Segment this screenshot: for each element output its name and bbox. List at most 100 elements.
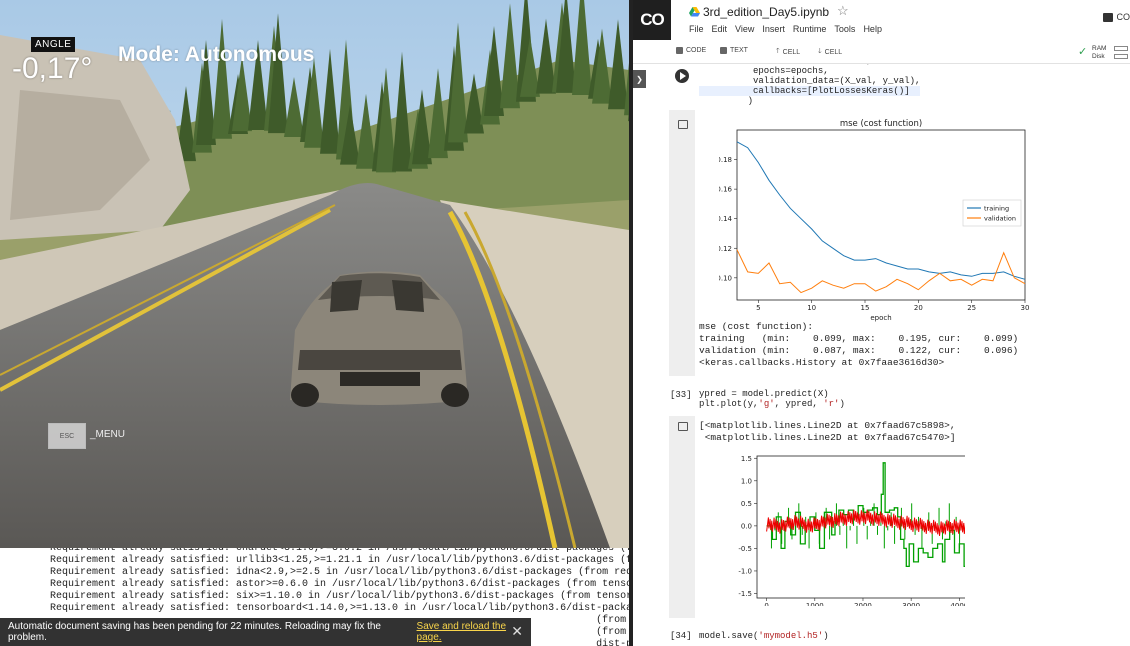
colab-toolbar: CODE TEXT 🡑 CELL 🡓 CELL ✓ RAM Disk bbox=[633, 42, 1130, 64]
add-code-button[interactable]: CODE bbox=[676, 47, 706, 54]
output-line: [<matplotlib.lines.Line2D at 0x7faad67c5… bbox=[699, 420, 956, 431]
code-line: validation_data=(X_val, y_val), bbox=[699, 76, 921, 86]
esc-key-button[interactable]: ESC bbox=[48, 423, 86, 449]
menu-bar: File Edit View Insert Runtime Tools Help bbox=[689, 24, 882, 34]
add-text-button[interactable]: TEXT bbox=[720, 47, 748, 54]
code-line: ypred = model.predict(X) bbox=[699, 389, 829, 399]
x-tick-label: 20 bbox=[914, 304, 923, 312]
menu-view[interactable]: View bbox=[735, 24, 754, 34]
code-line: epochs=epochs, bbox=[699, 66, 829, 76]
terminal-line: Requirement already satisfied: idna<2.9,… bbox=[50, 567, 630, 578]
cell-output-prediction: [<matplotlib.lines.Line2D at 0x7faad67c5… bbox=[669, 416, 1130, 618]
prediction-output-text: [<matplotlib.lines.Line2D at 0x7faad67c5… bbox=[699, 420, 956, 444]
comment-icon bbox=[1102, 12, 1113, 22]
arrow-up-icon: 🡑 bbox=[776, 48, 780, 55]
cell-up-label: CELL bbox=[782, 49, 801, 56]
terminal-line: Requirement already satisfied: tensorboa… bbox=[50, 603, 630, 614]
x-tick-label: 25 bbox=[967, 304, 976, 312]
ram-label: RAM bbox=[1092, 45, 1107, 52]
code-cell-fit[interactable]: batch_size=batch_size, epochs=epochs, va… bbox=[669, 64, 1130, 106]
menu-tools[interactable]: Tools bbox=[834, 24, 855, 34]
menu-help[interactable]: Help bbox=[863, 24, 882, 34]
colab-logo[interactable]: CO bbox=[633, 0, 671, 40]
y-tick-label: 1.5 bbox=[741, 455, 752, 463]
cell-prompt: [33] bbox=[670, 390, 692, 400]
x-tick-label: 30 bbox=[1021, 304, 1029, 312]
mode-label: Mode: Autonomous bbox=[118, 43, 315, 66]
y-tick-label: -0.5 bbox=[738, 545, 752, 553]
loss-chart: 5 10 15 20 25 30 0.10 0.12 0.14 0.16 0.18 mse (cost… bbox=[719, 119, 1029, 322]
output-line: <matplotlib.lines.Line2D at 0x7faad67c54… bbox=[699, 432, 956, 443]
code-line: ) bbox=[699, 96, 754, 106]
notebook-title[interactable]: 3rd_edition_Day5.ipynb bbox=[703, 5, 829, 19]
menu-runtime[interactable]: Runtime bbox=[793, 24, 827, 34]
close-icon[interactable]: ✕ bbox=[511, 623, 523, 640]
output-icon[interactable] bbox=[678, 120, 688, 129]
resource-monitor[interactable]: ✓ RAM Disk bbox=[1078, 44, 1130, 62]
cell-output-loss: 5 10 15 20 25 30 0.10 0.12 0.14 0.16 0.18 mse (cost… bbox=[669, 110, 1130, 376]
x-tick-label: 2000 bbox=[854, 602, 872, 606]
add-icon bbox=[676, 47, 683, 54]
sidebar-toggle-icon[interactable]: ❯ bbox=[633, 70, 646, 88]
legend-label: validation bbox=[984, 215, 1016, 223]
ram-bar bbox=[1114, 46, 1128, 51]
cell-code[interactable]: ypred = model.predict(X) plt.plot(y,'g',… bbox=[699, 389, 845, 409]
colab-window: CO 3rd_edition_Day5.ipynb ☆ File Edit Vi… bbox=[633, 0, 1130, 646]
toast-message: Automatic document saving has been pendi… bbox=[8, 621, 381, 643]
chart-title: mse (cost function) bbox=[840, 119, 922, 129]
terminal-line: Requirement already satisfied: astor>=0.… bbox=[50, 579, 630, 590]
loss-output-text: mse (cost function): training (min: 0.099… bbox=[699, 321, 1018, 369]
terminal-line: Requirement already satisfied: six>=1.10… bbox=[50, 591, 630, 602]
notebook-cells: ❯ batch_size=batch_size, epochs=epochs, … bbox=[633, 64, 1130, 646]
disk-label: Disk bbox=[1092, 53, 1105, 60]
cell-code[interactable]: batch_size=batch_size, epochs=epochs, va… bbox=[699, 64, 921, 106]
menu-insert[interactable]: Insert bbox=[762, 24, 785, 34]
simulator-scene bbox=[0, 0, 629, 548]
add-icon bbox=[720, 47, 727, 54]
code-cell-save[interactable]: [34] model.save('mymodel.h5') bbox=[669, 626, 1130, 646]
angle-label: ANGLE bbox=[31, 37, 76, 52]
code-line: callbacks=[PlotLossesKeras()] bbox=[699, 86, 921, 96]
prediction-chart: 0 1000 2000 3000 4000 -1.5 -1.0 -0.5 0.0 0.5 1.0 1.… bbox=[738, 455, 965, 606]
star-icon[interactable]: ☆ bbox=[837, 3, 849, 19]
terminal-line: Requirement already satisfied: urllib3<1… bbox=[50, 555, 630, 566]
code-line: plt.plot(y,'g', ypred, 'r') bbox=[699, 399, 845, 409]
code-string: 'r' bbox=[823, 399, 840, 409]
y-tick-label: 0.0 bbox=[741, 522, 752, 530]
code-token: , ypred, bbox=[774, 399, 824, 409]
arrow-down-icon: 🡓 bbox=[818, 48, 822, 55]
cell-code[interactable]: model.save('mymodel.h5') bbox=[699, 631, 829, 641]
output-line: mse (cost function): bbox=[699, 321, 814, 332]
y-tick-label: -1.5 bbox=[738, 590, 752, 598]
x-tick-label: 10 bbox=[807, 304, 816, 312]
x-tick-label: 0 bbox=[764, 602, 768, 606]
comment-button[interactable]: CO bbox=[1102, 12, 1130, 22]
disk-bar bbox=[1114, 54, 1128, 59]
output-icon[interactable] bbox=[678, 422, 688, 431]
menu-label: _MENU bbox=[90, 429, 126, 440]
y-tick-label: 0.16 bbox=[719, 186, 733, 194]
code-string: 'mymodel.h5' bbox=[758, 631, 824, 641]
move-cell-down-button[interactable]: 🡓 CELL bbox=[818, 47, 842, 58]
legend: training validation bbox=[962, 199, 1022, 227]
code-token: ) bbox=[823, 631, 829, 641]
menu-edit[interactable]: Edit bbox=[712, 24, 728, 34]
menu-file[interactable]: File bbox=[689, 24, 704, 34]
run-cell-icon[interactable] bbox=[675, 69, 689, 83]
output-line: <keras.callbacks.History at 0x7faae3616d… bbox=[699, 357, 945, 368]
move-cell-up-button[interactable]: 🡑 CELL bbox=[776, 47, 800, 58]
y-tick-label: 0.5 bbox=[741, 500, 752, 508]
output-gutter bbox=[669, 110, 695, 376]
x-tick-label: 3000 bbox=[902, 602, 920, 606]
x-tick-label: 1000 bbox=[806, 602, 824, 606]
code-cell-predict[interactable]: [33] ypred = model.predict(X) plt.plot(y… bbox=[669, 386, 1130, 410]
x-tick-label: 5 bbox=[756, 304, 760, 312]
code-token: ) bbox=[839, 399, 845, 409]
output-line: validation (min: 0.087, max: 0.122, cur:… bbox=[699, 345, 1019, 356]
desktop: Requirement already satisfied: chardet<3… bbox=[0, 0, 1130, 646]
driving-simulator-window[interactable]: ANGLE -0,17° Mode: Autonomous ESC _MENU bbox=[0, 0, 629, 548]
output-line: training (min: 0.099, max: 0.195, cur: 0… bbox=[699, 333, 1019, 344]
colab-header: CO 3rd_edition_Day5.ipynb ☆ File Edit Vi… bbox=[633, 0, 1130, 42]
x-tick-label: 15 bbox=[861, 304, 870, 312]
connected-check-icon: ✓ bbox=[1078, 46, 1088, 58]
